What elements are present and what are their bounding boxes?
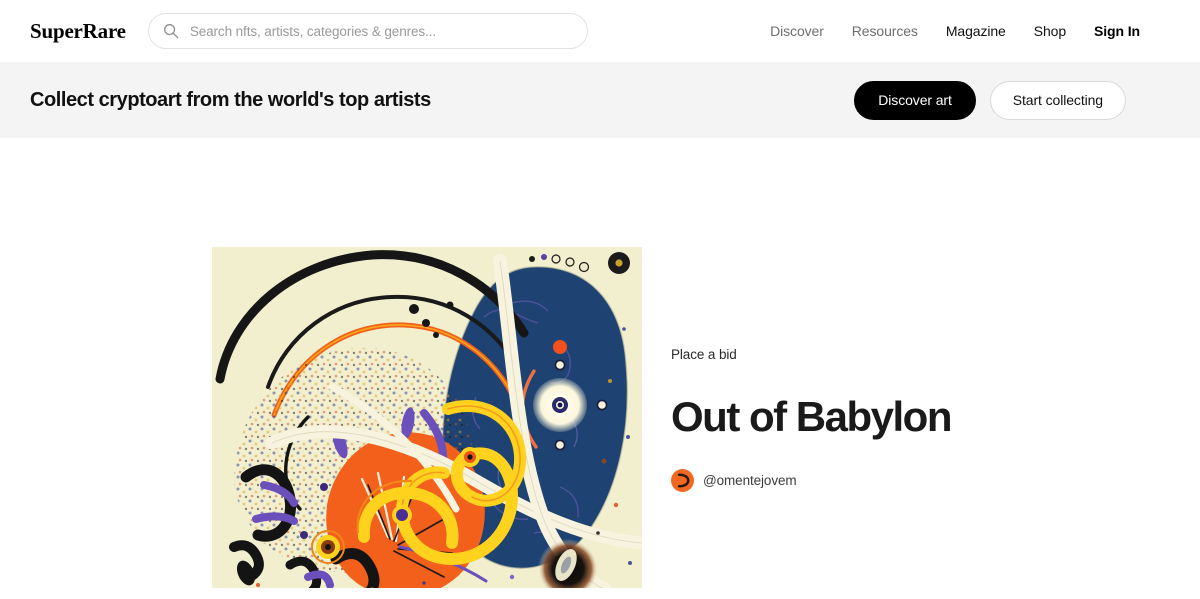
site-header: SuperRare Discover Resources Magazine Sh… — [0, 0, 1200, 62]
search-bar[interactable] — [147, 13, 588, 49]
start-collecting-button[interactable]: Start collecting — [989, 80, 1126, 120]
discover-art-button[interactable]: Discover art — [854, 80, 976, 120]
main-content: Place a bid Out of Babylon @omentejovem — [0, 138, 1200, 599]
artwork-title: Out of Babylon — [671, 393, 952, 440]
superrare-logo[interactable]: SuperRare — [30, 19, 126, 44]
place-a-bid-label[interactable]: Place a bid — [671, 347, 737, 362]
nav-link-sign-in[interactable]: Sign In — [1094, 23, 1140, 39]
main-nav: Discover Resources Magazine Shop Sign In — [770, 23, 1170, 39]
nav-link-discover[interactable]: Discover — [770, 23, 824, 39]
artist-handle[interactable]: @omentejovem — [703, 473, 797, 488]
search-input[interactable] — [189, 23, 573, 39]
banner-title: Collect cryptoart from the world's top a… — [30, 88, 431, 111]
artist-avatar[interactable] — [671, 469, 694, 492]
promo-banner: Collect cryptoart from the world's top a… — [0, 62, 1200, 138]
artwork-image[interactable] — [212, 247, 642, 588]
nav-link-shop[interactable]: Shop — [1034, 23, 1066, 39]
search-icon — [163, 23, 179, 39]
nav-link-magazine[interactable]: Magazine — [946, 23, 1006, 39]
nav-link-resources[interactable]: Resources — [852, 23, 918, 39]
artist-row[interactable]: @omentejovem — [671, 469, 797, 492]
banner-actions: Discover art Start collecting — [854, 80, 1170, 120]
